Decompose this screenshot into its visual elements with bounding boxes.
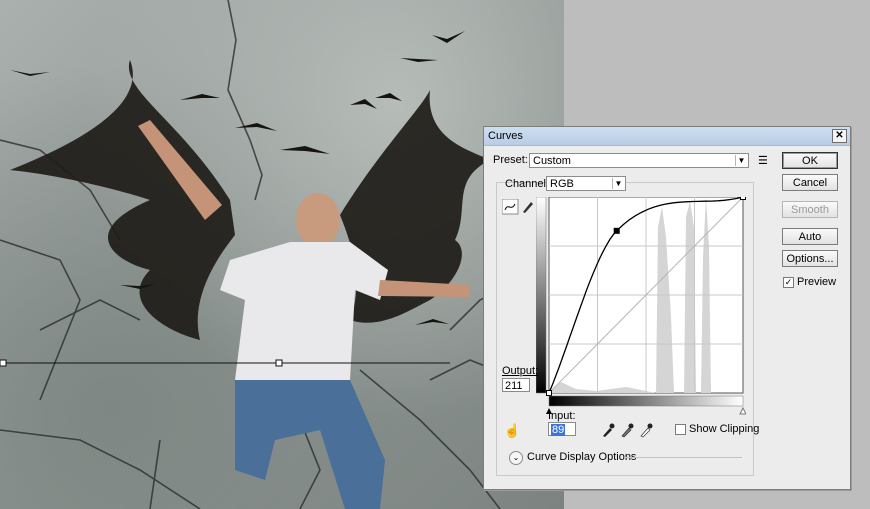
options-button[interactable]: Options... [782, 250, 838, 267]
targeted-adjustment-icon[interactable]: ☝ [504, 423, 520, 439]
channel-value: RGB [550, 178, 574, 190]
preset-select[interactable]: Custom ▼ [529, 153, 749, 168]
input-field[interactable]: 89 [548, 422, 576, 436]
show-clipping-checkbox[interactable] [675, 424, 686, 435]
input-gradient-bar [548, 395, 744, 407]
show-clipping-label: Show Clipping [689, 423, 760, 435]
input-label: Input: [548, 410, 576, 422]
gray-eyedropper-icon [621, 423, 634, 438]
eyedroppers [603, 423, 653, 438]
preset-value: Custom [533, 155, 571, 167]
chevron-down-icon: ▼ [735, 155, 747, 166]
preset-label: Preset: [493, 154, 528, 166]
dialog-title: Curves [488, 130, 523, 142]
auto-button[interactable]: Auto [782, 228, 838, 245]
output-field[interactable]: 211 [502, 378, 530, 392]
divider [624, 457, 742, 458]
close-icon[interactable]: ✕ [832, 129, 847, 143]
channel-select[interactable]: RGB ▼ [546, 176, 626, 191]
document-canvas[interactable] [0, 0, 564, 509]
pencil-icon [523, 202, 533, 213]
white-point-slider [739, 406, 746, 415]
smooth-button[interactable]: Smooth [782, 201, 838, 218]
black-eyedropper-icon [603, 423, 615, 437]
curve-point-tool-icon [502, 199, 519, 215]
curve-point[interactable] [740, 197, 746, 200]
curve-display-options-label[interactable]: Curve Display Options [527, 451, 636, 463]
dialog-titlebar[interactable]: Curves ✕ [484, 127, 850, 146]
preview-label: Preview [797, 276, 837, 288]
output-label: Output: [502, 365, 539, 377]
chevron-down-icon: ▼ [612, 178, 624, 189]
curve-point[interactable] [613, 227, 620, 234]
preset-options-icon[interactable]: ☰ [758, 154, 768, 167]
output-gradient-bar [536, 197, 547, 394]
curves-dialog: Curves ✕ Preset: Custom ▼ ☰ OK Cancel Sm… [483, 126, 851, 490]
curves-graph[interactable] [536, 197, 746, 415]
channel-label: Channel: [505, 178, 550, 190]
curve-tools [502, 199, 533, 215]
white-eyedropper-icon [640, 423, 653, 438]
curve-point[interactable] [546, 390, 552, 396]
preview-checkbox[interactable]: ✓ [783, 277, 794, 288]
expand-chevron-icon[interactable]: ⌄ [509, 451, 523, 465]
artwork-image [0, 0, 564, 509]
ok-button[interactable]: OK [782, 152, 838, 169]
cancel-button[interactable]: Cancel [782, 174, 838, 191]
input-value: 89 [551, 424, 566, 436]
